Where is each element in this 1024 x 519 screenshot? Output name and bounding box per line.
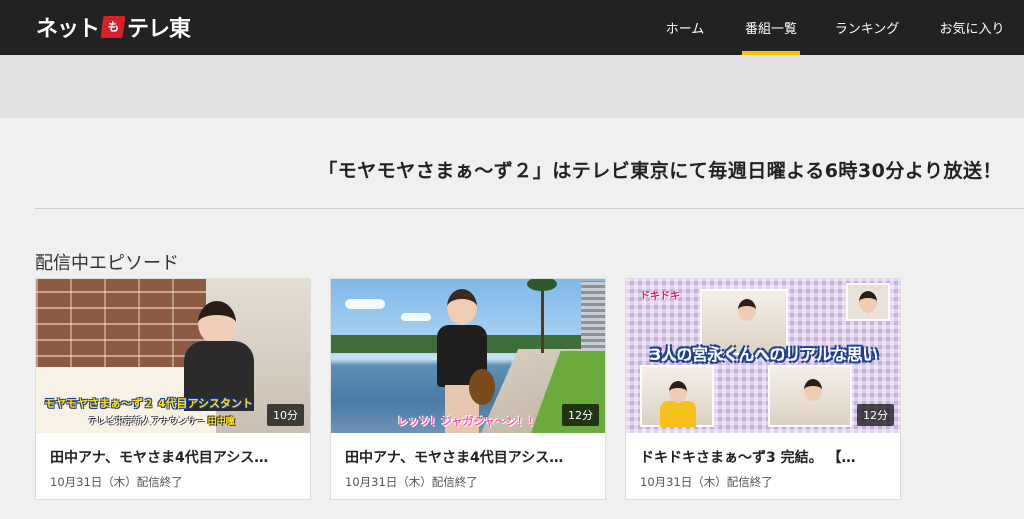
thumb-caption: レッツ！ジャガジャ〜ン！！ xyxy=(397,415,539,428)
duration-badge: 12分 xyxy=(562,404,599,426)
episode-card[interactable]: レッツ！ジャガジャ〜ン！！ 12分 田中アナ、モヤさま4代目アシス… 10月31… xyxy=(330,278,606,500)
episode-date: 10月31日（木）配信終了 xyxy=(50,475,183,489)
nav-home-label: ホーム xyxy=(665,22,705,37)
banner-area xyxy=(0,55,1024,118)
episode-thumbnail: ドキドキ 3人の宮永くんへのリアルな思い 12分 xyxy=(626,279,900,433)
logo-mo-badge: も xyxy=(100,16,126,38)
thumb-photo xyxy=(768,365,852,427)
thumb-guitar xyxy=(469,369,495,405)
top-nav-bar: ネット も テレ東 ホーム 番組一覧 ランキング お気に入り xyxy=(0,0,1024,55)
thumb-palm xyxy=(527,279,557,353)
thumb-subcaption: テレビ東京新人アナウンサー 田中瞳 xyxy=(88,414,235,427)
nav-favorites-label: お気に入り xyxy=(939,22,1005,37)
thumb-face xyxy=(738,299,756,321)
nav-program-list-label: 番組一覧 xyxy=(744,22,797,37)
logo-text-right: テレ東 xyxy=(127,17,191,42)
thumb-cloud xyxy=(345,299,385,309)
duration-badge: 12分 xyxy=(857,404,894,426)
episode-title: 田中アナ、モヤさま4代目アシス… xyxy=(345,450,564,466)
thumb-person xyxy=(435,289,495,433)
thumb-subcaption-name: 田中瞳 xyxy=(207,417,235,427)
episode-thumbnail: モヤモヤさまぁ〜ず２ 4代目アシスタント テレビ東京新人アナウンサー 田中瞳 1… xyxy=(36,279,310,433)
thumb-person-head xyxy=(447,289,477,325)
thumb-photo xyxy=(640,365,714,427)
nav-home[interactable]: ホーム xyxy=(642,0,728,55)
logo-text-left: ネット xyxy=(36,17,100,42)
thumb-face xyxy=(859,291,877,313)
episode-title: ドキドキさまぁ〜ず3 完結。 【… xyxy=(640,450,856,466)
thumb-person-head xyxy=(198,301,236,345)
episode-title: 田中アナ、モヤさま4代目アシス… xyxy=(50,450,269,466)
thumb-face xyxy=(804,379,822,401)
thumb-cloud xyxy=(401,313,431,321)
thumb-face xyxy=(669,381,687,403)
thumb-inset-photo xyxy=(846,283,890,321)
nav-ranking[interactable]: ランキング xyxy=(814,0,920,55)
episode-date: 10月31日（木）配信終了 xyxy=(640,475,773,489)
episode-card[interactable]: ドキドキ 3人の宮永くんへのリアルな思い 12分 ドキドキさまぁ〜ず3 完結。 … xyxy=(625,278,901,500)
thumb-building xyxy=(581,281,605,351)
thumb-caption: 3人の宮永くんへのリアルな思い xyxy=(650,345,878,364)
main-nav: ホーム 番組一覧 ランキング お気に入り xyxy=(642,0,1024,55)
thumb-caption: モヤモヤさまぁ〜ず２ 4代目アシスタント xyxy=(44,397,254,410)
site-logo[interactable]: ネット も テレ東 xyxy=(36,12,191,42)
section-title: 配信中エピソード xyxy=(35,253,179,274)
duration-badge: 10分 xyxy=(267,404,304,426)
divider xyxy=(35,208,1024,209)
nav-favorites[interactable]: お気に入り xyxy=(920,0,1024,55)
nav-program-list[interactable]: 番組一覧 xyxy=(728,0,814,55)
episode-thumbnail: レッツ！ジャガジャ〜ン！！ 12分 xyxy=(331,279,605,433)
episode-card[interactable]: モヤモヤさまぁ〜ず２ 4代目アシスタント テレビ東京新人アナウンサー 田中瞳 1… xyxy=(35,278,311,500)
thumb-subcaption-text: テレビ東京新人アナウンサー xyxy=(88,417,208,427)
broadcast-notice: 「モヤモヤさまぁ〜ず２」はテレビ東京にて毎週日曜よる6時30分より放送！ xyxy=(318,160,1002,182)
episode-date: 10月31日（木）配信終了 xyxy=(345,475,478,489)
thumb-stamp: ドキドキ xyxy=(640,291,680,302)
thumb-jacket xyxy=(660,401,696,427)
episode-list: モヤモヤさまぁ〜ず２ 4代目アシスタント テレビ東京新人アナウンサー 田中瞳 1… xyxy=(35,278,901,500)
nav-ranking-label: ランキング xyxy=(834,22,900,37)
